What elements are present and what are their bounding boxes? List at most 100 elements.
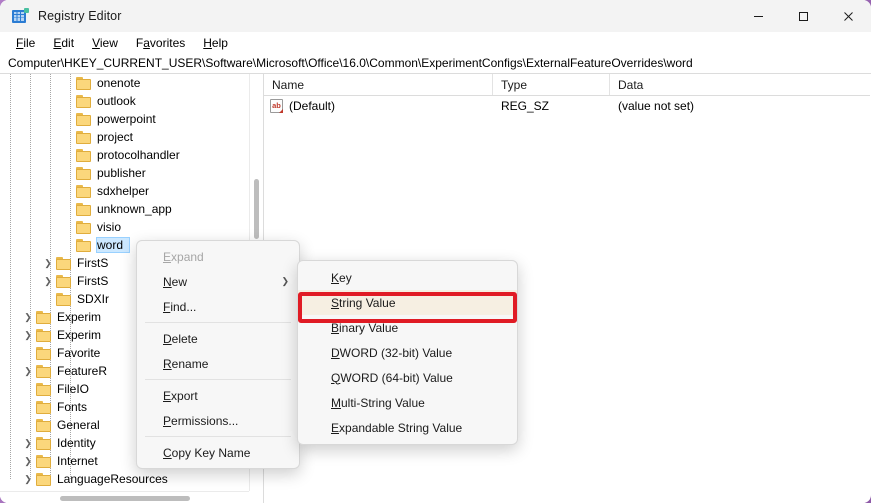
list-column-headers: Name Type Data [264, 74, 870, 96]
tree-vertical-scroll-thumb[interactable] [254, 179, 259, 239]
tree-item-sdxhelper[interactable]: ❯sdxhelper [0, 182, 249, 200]
address-bar[interactable]: Computer\HKEY_CURRENT_USER\Software\Micr… [0, 53, 871, 74]
context-menu-item-new[interactable]: New ❯ [137, 269, 299, 294]
menu-item-help[interactable]: Help [194, 34, 237, 52]
tree-item-label: FeatureR [57, 364, 113, 378]
cell-data: (value not set) [610, 99, 870, 113]
column-header-name[interactable]: Name [264, 74, 493, 95]
context-menu-item-export[interactable]: Export [137, 383, 299, 408]
tree-item-label: visio [97, 220, 127, 234]
tree-item-label: publisher [97, 166, 152, 180]
tree-item-label: Experim [57, 328, 107, 342]
submenu-item-label: Multi-String Value [331, 396, 425, 410]
menu-item-view[interactable]: View [83, 34, 127, 52]
window-controls [736, 0, 871, 32]
tree-item-label: Experim [57, 310, 107, 324]
context-menu-item-copy-key-name[interactable]: Copy Key Name [137, 440, 299, 465]
registry-path: Computer\HKEY_CURRENT_USER\Software\Micr… [8, 56, 693, 70]
submenu-item-key[interactable]: Key [298, 265, 517, 290]
menu-separator [145, 379, 291, 380]
context-menu-item-label: Export [163, 389, 198, 403]
chevron-right-icon[interactable]: ❯ [20, 452, 36, 470]
tree-item-publisher[interactable]: ❯publisher [0, 164, 249, 182]
tree-item-label: FileIO [57, 382, 95, 396]
menu-item-file[interactable]: File [7, 34, 44, 52]
folder-icon [56, 275, 72, 288]
folder-icon [76, 203, 92, 216]
folder-icon [36, 311, 52, 324]
tree-item-label: General [57, 418, 106, 432]
table-row[interactable]: ab (Default) REG_SZ(value not set) [264, 96, 870, 116]
chevron-right-icon[interactable]: ❯ [40, 272, 56, 290]
close-icon[interactable] [826, 0, 871, 32]
submenu-item-expandable-string-value[interactable]: Expandable String Value [298, 415, 517, 440]
folder-icon [36, 347, 52, 360]
context-menu-item-permissions[interactable]: Permissions... [137, 408, 299, 433]
tree-item-onenote[interactable]: ❯onenote [0, 74, 249, 92]
submenu-item-qword-64-bit-value[interactable]: QWORD (64-bit) Value [298, 365, 517, 390]
list-rows: ab (Default) REG_SZ(value not set) [264, 96, 870, 116]
menu-item-edit[interactable]: Edit [44, 34, 83, 52]
context-menu-item-label: Rename [163, 357, 208, 371]
minimize-icon[interactable] [736, 0, 781, 32]
folder-icon [76, 77, 92, 90]
context-menu-item-label: Copy Key Name [163, 446, 250, 460]
tree-item-label: Fonts [57, 400, 93, 414]
tree-item-outlook[interactable]: ❯outlook [0, 92, 249, 110]
chevron-right-icon[interactable]: ❯ [20, 470, 36, 488]
tree-item-visio[interactable]: ❯visio [0, 218, 249, 236]
submenu-item-label: Expandable String Value [331, 421, 462, 435]
chevron-right-icon[interactable]: ❯ [20, 308, 36, 326]
context-menu-item-label: Permissions... [163, 414, 238, 428]
tree-item-unknown-app[interactable]: ❯unknown_app [0, 200, 249, 218]
maximize-icon[interactable] [781, 0, 826, 32]
context-menu-item-label: New [163, 275, 187, 289]
tree-item-label: word [97, 238, 129, 252]
title-bar[interactable]: Registry Editor [0, 0, 871, 32]
folder-icon [36, 383, 52, 396]
submenu-item-dword-32-bit-value[interactable]: DWORD (32-bit) Value [298, 340, 517, 365]
tree-item-project[interactable]: ❯project [0, 128, 249, 146]
context-menu-item-label: Expand [163, 250, 204, 264]
context-menu-item-find[interactable]: Find... [137, 294, 299, 319]
tree-item-protocolhandler[interactable]: ❯protocolhandler [0, 146, 249, 164]
folder-icon [76, 131, 92, 144]
chevron-right-icon: ❯ [281, 276, 289, 287]
context-menu-item-rename[interactable]: Rename [137, 351, 299, 376]
folder-icon [76, 185, 92, 198]
column-header-type[interactable]: Type [493, 74, 610, 95]
folder-icon [56, 257, 72, 270]
tree-item-label: FirstS [77, 256, 114, 270]
context-submenu-new[interactable]: Key String ValueBinary ValueDWORD (32-bit… [297, 260, 518, 445]
submenu-item-binary-value[interactable]: Binary Value [298, 315, 517, 340]
tree-item-powerpoint[interactable]: ❯powerpoint [0, 110, 249, 128]
context-menu-item-label: Delete [163, 332, 198, 346]
value-name: (Default) [289, 99, 335, 113]
folder-icon [36, 473, 52, 486]
chevron-right-icon[interactable]: ❯ [40, 254, 56, 272]
cell-type: REG_SZ [493, 99, 610, 113]
submenu-item-string-value[interactable]: String Value [298, 290, 517, 315]
chevron-right-icon[interactable]: ❯ [20, 326, 36, 344]
submenu-item-multi-string-value[interactable]: Multi-String Value [298, 390, 517, 415]
tree-item-languageresources[interactable]: ❯ LanguageResources [0, 470, 249, 488]
tree-item-label: LanguageResources [57, 472, 174, 486]
context-menu-item-expand: Expand [137, 244, 299, 269]
tree-horizontal-scroll-thumb[interactable] [60, 496, 190, 501]
folder-icon [36, 419, 52, 432]
string-value-icon: ab [270, 99, 283, 113]
tree-horizontal-scrollbar[interactable] [0, 491, 249, 503]
chevron-right-icon[interactable]: ❯ [20, 362, 36, 380]
context-menu[interactable]: Expand New ❯ Find... Delete Rename Export Permi… [136, 240, 300, 469]
submenu-item-label: Key [331, 271, 352, 285]
menu-item-favorites[interactable]: Favorites [127, 34, 194, 52]
context-menu-item-label: Find... [163, 300, 196, 314]
tree-item-label: Identity [57, 436, 102, 450]
context-menu-item-delete[interactable]: Delete [137, 326, 299, 351]
folder-icon [36, 455, 52, 468]
folder-icon [36, 437, 52, 450]
chevron-right-icon[interactable]: ❯ [20, 434, 36, 452]
column-header-data[interactable]: Data [610, 74, 870, 95]
folder-icon [36, 365, 52, 378]
tree-item-label: FirstS [77, 274, 114, 288]
